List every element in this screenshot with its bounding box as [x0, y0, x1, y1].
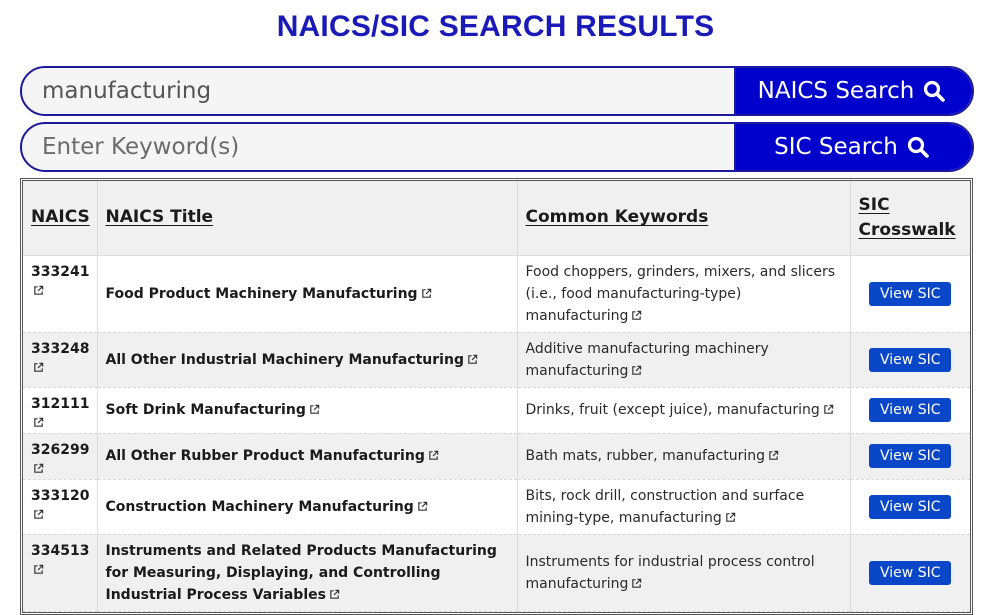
external-link-icon[interactable]: [631, 365, 642, 376]
keywords-link[interactable]: Drinks, fruit (except juice), manufactur…: [526, 402, 820, 418]
header-naics-title[interactable]: NAICS Title: [97, 181, 518, 256]
keywords-link[interactable]: Bath mats, rubber, manufacturing: [526, 448, 766, 464]
sic-search-button[interactable]: SIC Search: [734, 124, 972, 170]
external-link-icon[interactable]: [631, 578, 642, 589]
naics-title-link[interactable]: Food Product Machinery Manufacturing: [106, 286, 418, 302]
keywords-link[interactable]: Bits, rock drill, construction and surfa…: [526, 488, 805, 526]
naics-code-cell: 312111: [23, 387, 98, 434]
naics-search-bar: NAICS Search: [20, 66, 974, 116]
table-row: 333241 Food Product Machinery Manufactur…: [23, 255, 970, 333]
search-icon: [924, 80, 946, 102]
external-link-icon[interactable]: [768, 450, 779, 461]
naics-title-cell: Soft Drink Manufacturing: [97, 387, 518, 434]
naics-code[interactable]: 326299: [31, 442, 89, 458]
naics-code[interactable]: 312111: [31, 396, 89, 412]
naics-title-cell: Instruments and Related Products Manufac…: [97, 534, 518, 612]
sic-crosswalk-cell: View SIC: [850, 332, 970, 388]
naics-code[interactable]: 333241: [31, 264, 89, 280]
naics-code-cell: 333241: [23, 255, 98, 333]
table-header-row: NAICS NAICS Title Common Keywords SIC Cr…: [23, 181, 970, 256]
common-keywords-cell: Bits, rock drill, construction and surfa…: [517, 479, 851, 535]
sic-crosswalk-cell: View SIC: [850, 433, 970, 480]
sic-crosswalk-cell: View SIC: [850, 387, 970, 434]
search-icon: [907, 136, 929, 158]
naics-title-link[interactable]: Soft Drink Manufacturing: [106, 402, 306, 418]
view-sic-button[interactable]: View SIC: [869, 398, 952, 422]
sic-crosswalk-cell: View SIC: [850, 479, 970, 535]
results-table: NAICS NAICS Title Common Keywords SIC Cr…: [23, 181, 970, 612]
naics-code-cell: 333120: [23, 479, 98, 535]
external-link-icon[interactable]: [33, 285, 44, 296]
naics-title-link[interactable]: Instruments and Related Products Manufac…: [106, 543, 497, 603]
page-title: NAICS/SIC SEARCH RESULTS: [276, 10, 715, 43]
header-common-keywords[interactable]: Common Keywords: [517, 181, 851, 256]
naics-title-cell: Food Product Machinery Manufacturing: [97, 255, 518, 333]
naics-title-cell: Construction Machinery Manufacturing: [97, 479, 518, 535]
results-table-container: NAICS NAICS Title Common Keywords SIC Cr…: [20, 178, 973, 615]
external-link-icon[interactable]: [329, 589, 340, 600]
external-link-icon[interactable]: [33, 564, 44, 575]
view-sic-button[interactable]: View SIC: [869, 347, 952, 372]
keywords-link[interactable]: Instruments for industrial process contr…: [526, 554, 815, 592]
sic-search-bar: SIC Search: [20, 122, 974, 172]
sic-crosswalk-cell: View SIC: [850, 255, 970, 333]
table-row: 326299 All Other Rubber Product Manufact…: [23, 433, 970, 480]
view-sic-button[interactable]: View SIC: [869, 444, 952, 468]
external-link-icon[interactable]: [33, 509, 44, 520]
view-sic-button[interactable]: View SIC: [869, 281, 952, 306]
table-row: 333248 All Other Industrial Machinery Ma…: [23, 332, 970, 388]
naics-code-cell: 334513: [23, 534, 98, 612]
naics-code[interactable]: 334513: [31, 543, 89, 559]
naics-code[interactable]: 333120: [31, 488, 89, 504]
naics-title-link[interactable]: All Other Rubber Product Manufacturing: [106, 448, 425, 464]
keywords-link[interactable]: Additive manufacturing machinery manufac…: [526, 341, 769, 379]
external-link-icon[interactable]: [428, 450, 439, 461]
naics-title-cell: All Other Industrial Machinery Manufactu…: [97, 332, 518, 388]
common-keywords-cell: Additive manufacturing machinery manufac…: [517, 332, 851, 388]
naics-code-cell: 326299: [23, 433, 98, 480]
sic-search-label: SIC Search: [774, 134, 898, 160]
external-link-icon[interactable]: [33, 463, 44, 474]
header-naics[interactable]: NAICS: [23, 181, 98, 256]
external-link-icon[interactable]: [467, 354, 478, 365]
common-keywords-cell: Instruments for industrial process contr…: [517, 534, 851, 612]
external-link-icon[interactable]: [417, 501, 428, 512]
naics-title-link[interactable]: All Other Industrial Machinery Manufactu…: [106, 352, 464, 368]
common-keywords-cell: Drinks, fruit (except juice), manufactur…: [517, 387, 851, 434]
table-row: 333120 Construction Machinery Manufactur…: [23, 479, 970, 535]
naics-code-cell: 333248: [23, 332, 98, 388]
external-link-icon[interactable]: [631, 310, 642, 321]
view-sic-button[interactable]: View SIC: [869, 560, 952, 585]
naics-search-button[interactable]: NAICS Search: [734, 68, 972, 114]
naics-search-input[interactable]: [22, 68, 734, 114]
common-keywords-cell: Food choppers, grinders, mixers, and sli…: [517, 255, 851, 333]
external-link-icon[interactable]: [725, 512, 736, 523]
common-keywords-cell: Bath mats, rubber, manufacturing: [517, 433, 851, 480]
header-sic-crosswalk[interactable]: SIC Crosswalk: [850, 181, 970, 256]
external-link-icon[interactable]: [421, 288, 432, 299]
sic-search-input[interactable]: [22, 124, 734, 170]
external-link-icon[interactable]: [823, 404, 834, 415]
naics-title-cell: All Other Rubber Product Manufacturing: [97, 433, 518, 480]
external-link-icon[interactable]: [33, 362, 44, 373]
table-row: 334513 Instruments and Related Products …: [23, 534, 970, 612]
table-row: 312111 Soft Drink Manufacturing Drinks, …: [23, 387, 970, 434]
naics-title-link[interactable]: Construction Machinery Manufacturing: [106, 499, 414, 515]
sic-crosswalk-cell: View SIC: [850, 534, 970, 612]
view-sic-button[interactable]: View SIC: [869, 494, 952, 519]
keywords-link[interactable]: Food choppers, grinders, mixers, and sli…: [526, 264, 836, 324]
external-link-icon[interactable]: [33, 417, 44, 428]
naics-search-label: NAICS Search: [757, 78, 915, 104]
naics-code[interactable]: 333248: [31, 341, 89, 357]
external-link-icon[interactable]: [309, 404, 320, 415]
